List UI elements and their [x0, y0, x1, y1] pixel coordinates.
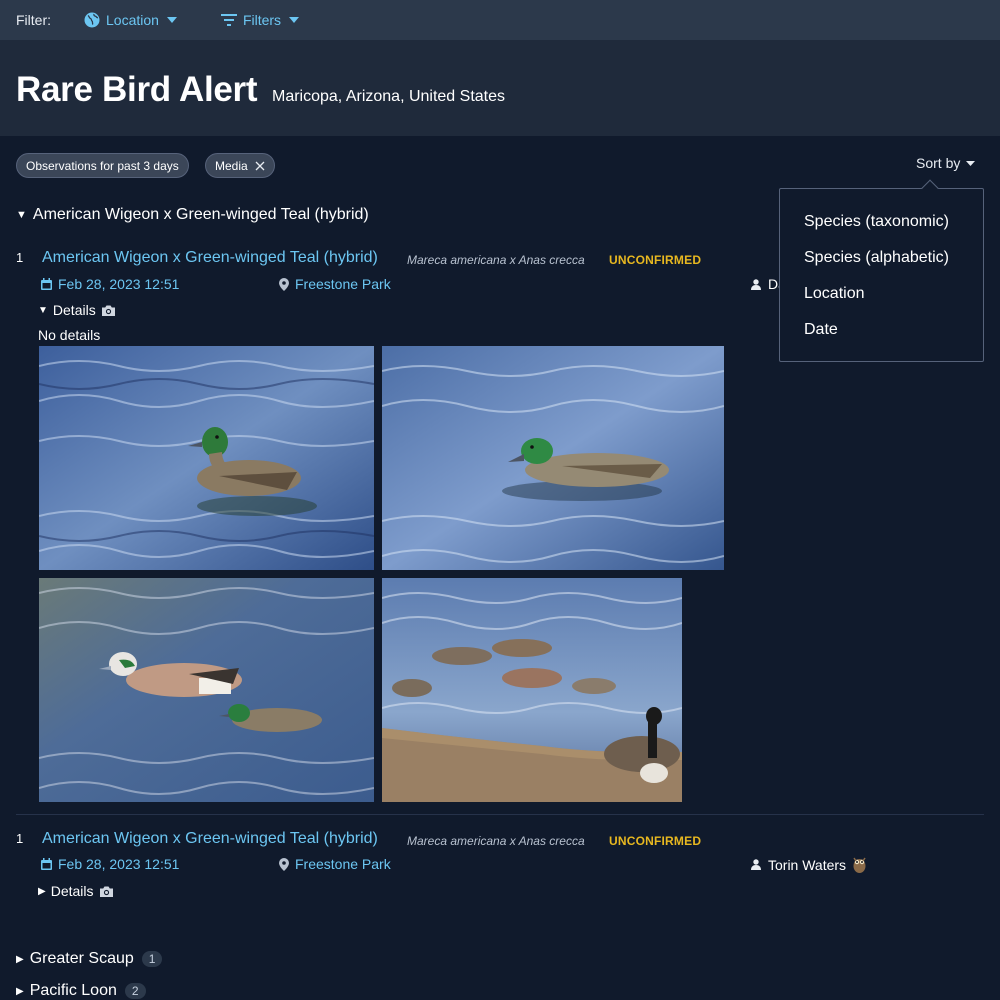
sort-by-label: Sort by	[916, 155, 961, 171]
date-text: Feb 28, 2023 12:51	[58, 856, 180, 872]
owl-badge-icon	[853, 857, 866, 873]
camera-icon	[99, 886, 113, 897]
page-header: Rare Bird Alert Maricopa, Arizona, Unite…	[0, 40, 1000, 136]
chevron-down-icon	[289, 17, 300, 23]
details-toggle[interactable]: ▶ Details	[38, 883, 113, 899]
media-chip-label: Media	[215, 158, 248, 173]
details-toggle[interactable]: ▼ Details	[38, 302, 115, 318]
user-icon	[751, 859, 761, 870]
date-text: Feb 28, 2023 12:51	[58, 276, 180, 292]
details-label: Details	[50, 883, 94, 899]
filters-button[interactable]: Filters	[220, 12, 305, 28]
sort-dropdown-menu: Species (taxonomic) Species (alphabetic)…	[779, 179, 984, 362]
observation-count: 1	[16, 831, 24, 846]
filter-label: Filter:	[16, 12, 51, 28]
collapsed-triangle-icon: ▶	[16, 985, 24, 997]
group-count-badge: 2	[124, 983, 146, 999]
observation-date-link[interactable]: Feb 28, 2023 12:51	[41, 856, 179, 872]
species-group-name: Greater Scaup	[29, 950, 134, 967]
period-chip[interactable]: Observations for past 3 days	[16, 153, 189, 178]
chevron-down-icon	[166, 17, 177, 23]
sort-option-alphabetic[interactable]: Species (alphabetic)	[804, 249, 949, 267]
sort-option-date[interactable]: Date	[804, 321, 838, 339]
period-chip-label: Observations for past 3 days	[26, 158, 179, 173]
observation-count: 1	[16, 250, 24, 265]
filters-label: Filters	[242, 12, 282, 28]
details-label: Details	[52, 302, 96, 318]
close-icon[interactable]	[255, 161, 265, 171]
observer-name: Torin Waters	[768, 856, 847, 873]
camera-icon	[101, 305, 115, 316]
location-filter-button[interactable]: Location	[84, 12, 183, 28]
expanded-triangle-icon: ▼	[16, 209, 27, 221]
sort-by-button[interactable]: Sort by	[916, 155, 976, 171]
user-icon	[751, 278, 761, 290]
status-badge: UNCONFIRMED	[609, 253, 702, 267]
media-chip[interactable]: Media	[205, 153, 275, 178]
species-link[interactable]: American Wigeon x Green-winged Teal (hyb…	[42, 249, 378, 267]
observation-photo[interactable]	[382, 346, 724, 570]
species-group-toggle[interactable]: ▶ Greater Scaup 1	[16, 950, 163, 968]
map-pin-icon	[279, 857, 289, 871]
dropdown-arrow	[921, 179, 939, 197]
map-pin-icon	[279, 277, 289, 291]
collapsed-triangle-icon: ▶	[38, 885, 46, 897]
status-badge: UNCONFIRMED	[609, 834, 702, 848]
expanded-triangle-icon: ▼	[38, 304, 48, 316]
page-title: Rare Bird Alert	[16, 70, 258, 109]
species-group-toggle[interactable]: ▶ Pacific Loon 2	[16, 982, 146, 1000]
species-group-name: Pacific Loon	[29, 982, 117, 999]
observation-photo[interactable]	[382, 578, 682, 802]
group-count-badge: 1	[141, 951, 163, 967]
filter-icon	[220, 14, 237, 26]
observation-photo[interactable]	[39, 346, 374, 570]
location-text: Freestone Park	[295, 856, 391, 872]
observation-photo[interactable]	[39, 578, 374, 802]
globe-icon	[84, 12, 100, 28]
observation-date-link[interactable]: Feb 28, 2023 12:51	[41, 276, 179, 292]
calendar-icon	[41, 278, 52, 290]
details-text: No details	[38, 327, 101, 343]
location-filter-label: Location	[106, 12, 159, 28]
species-group-toggle[interactable]: ▼ American Wigeon x Green-winged Teal (h…	[16, 206, 369, 224]
observation-divider	[16, 814, 984, 815]
observer[interactable]: Torin Waters	[751, 856, 873, 873]
region-label: Maricopa, Arizona, United States	[272, 88, 506, 105]
species-group-name: American Wigeon x Green-winged Teal (hyb…	[32, 206, 369, 223]
observation-location-link[interactable]: Freestone Park	[279, 276, 391, 292]
filter-bar: Filter: Location Filters	[0, 0, 1000, 40]
calendar-icon	[41, 858, 52, 870]
chevron-down-icon	[966, 160, 976, 166]
collapsed-triangle-icon: ▶	[16, 953, 24, 965]
sort-option-location[interactable]: Location	[804, 285, 865, 303]
sort-option-taxonomic[interactable]: Species (taxonomic)	[804, 213, 949, 231]
species-link[interactable]: American Wigeon x Green-winged Teal (hyb…	[42, 830, 378, 848]
observation-location-link[interactable]: Freestone Park	[279, 856, 391, 872]
scientific-name: Mareca americana x Anas crecca	[407, 253, 585, 267]
scientific-name: Mareca americana x Anas crecca	[407, 834, 585, 848]
location-text: Freestone Park	[295, 276, 391, 292]
